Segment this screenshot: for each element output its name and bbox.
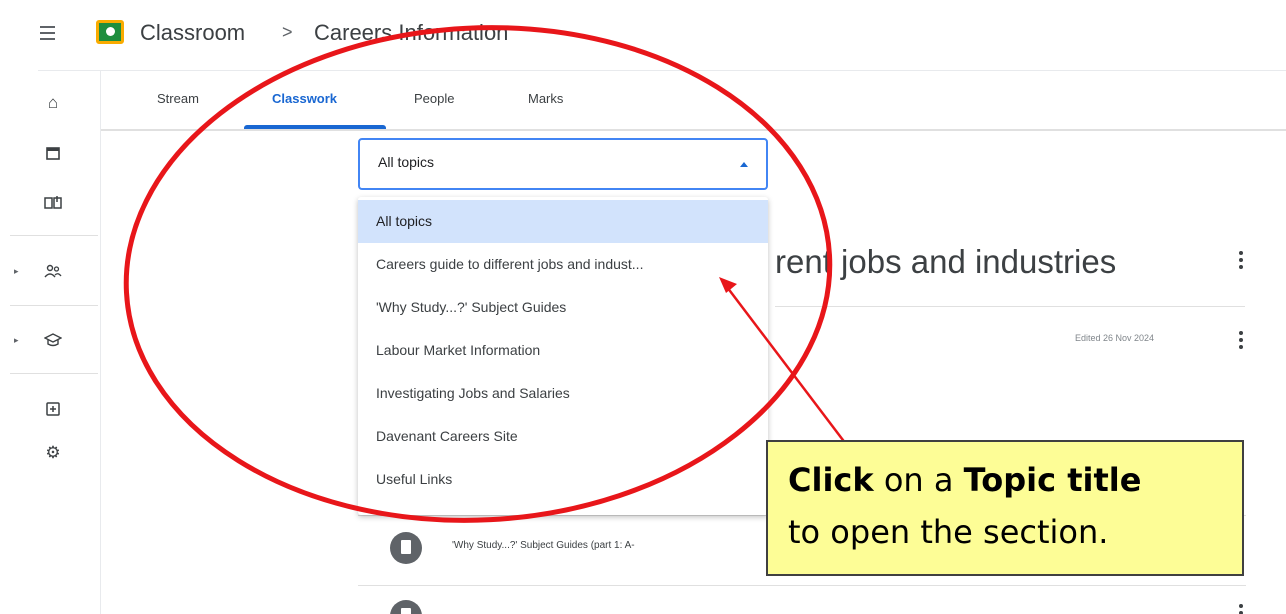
archived-classes-icon[interactable] [40, 396, 66, 422]
topic-option[interactable]: 'Why Study...?' Subject Guides [358, 286, 768, 329]
annotation-callout: Click on a Topic title to open the secti… [766, 440, 1244, 576]
topic-option[interactable]: All topics [358, 200, 768, 243]
tab-classwork[interactable]: Classwork [272, 90, 337, 108]
sidebar-divider [100, 71, 101, 614]
classroom-book-icon[interactable] [40, 190, 66, 216]
topic-edited-date: Edited 26 Nov 2024 [1075, 333, 1155, 343]
settings-gear-icon[interactable]: ⚙ [40, 440, 66, 466]
main-menu-icon[interactable] [38, 22, 60, 44]
breadcrumb-class-name[interactable]: Careers Information [314, 18, 508, 48]
classroom-logo-icon[interactable] [96, 20, 124, 44]
topic-dropdown-menu: All topics Careers guide to different jo… [358, 197, 768, 515]
topic-more-options-icon[interactable] [1238, 251, 1244, 269]
tab-stream[interactable]: Stream [157, 90, 199, 108]
tabs-divider [101, 129, 1286, 131]
topic-filter-value: All topics [378, 154, 435, 170]
people-icon[interactable] [40, 258, 66, 284]
assignment-icon[interactable] [390, 600, 422, 614]
topic-option[interactable]: Labour Market Information [358, 329, 768, 372]
dropdown-arrow-icon [740, 162, 748, 167]
graduation-cap-icon[interactable] [40, 327, 66, 353]
topic-option[interactable]: Investigating Jobs and Salaries [358, 372, 768, 415]
callout-bold-topic-title: Topic title [963, 461, 1142, 499]
header-divider [38, 70, 1286, 71]
breadcrumb-separator: > [282, 22, 293, 42]
assignment-title[interactable]: 'Why Study...?' Subject Guides (part 1: … [452, 540, 635, 551]
callout-line-2: to open the section. [788, 513, 1109, 551]
callout-bold-click: Click [788, 461, 874, 499]
calendar-icon[interactable] [40, 140, 66, 166]
item-more-options-icon[interactable] [1238, 331, 1244, 349]
row-divider [358, 585, 1246, 586]
sidebar-separator [10, 305, 98, 306]
topic-filter-select[interactable]: All topics [358, 138, 768, 190]
expand-caret-icon[interactable]: ▸ [14, 266, 19, 277]
topic-heading[interactable]: rent jobs and industries [775, 240, 1116, 284]
callout-line-1: Click on a Topic title [788, 454, 1230, 506]
sidebar-separator [10, 235, 98, 236]
tab-people[interactable]: People [414, 90, 454, 108]
assignment-icon[interactable] [390, 532, 422, 564]
expand-caret-icon[interactable]: ▸ [14, 335, 19, 346]
breadcrumb-app-name[interactable]: Classroom [140, 18, 245, 48]
tab-marks[interactable]: Marks [528, 90, 563, 108]
topic-divider [775, 306, 1245, 307]
topic-option[interactable]: Davenant Careers Site [358, 415, 768, 458]
topic-option[interactable]: Useful Links [358, 458, 768, 501]
sidebar-separator [10, 373, 98, 374]
item-more-options-icon[interactable] [1238, 604, 1244, 614]
home-icon[interactable]: ⌂ [40, 90, 66, 116]
topic-option[interactable]: Careers guide to different jobs and indu… [358, 243, 768, 286]
callout-text: on a [873, 461, 964, 499]
